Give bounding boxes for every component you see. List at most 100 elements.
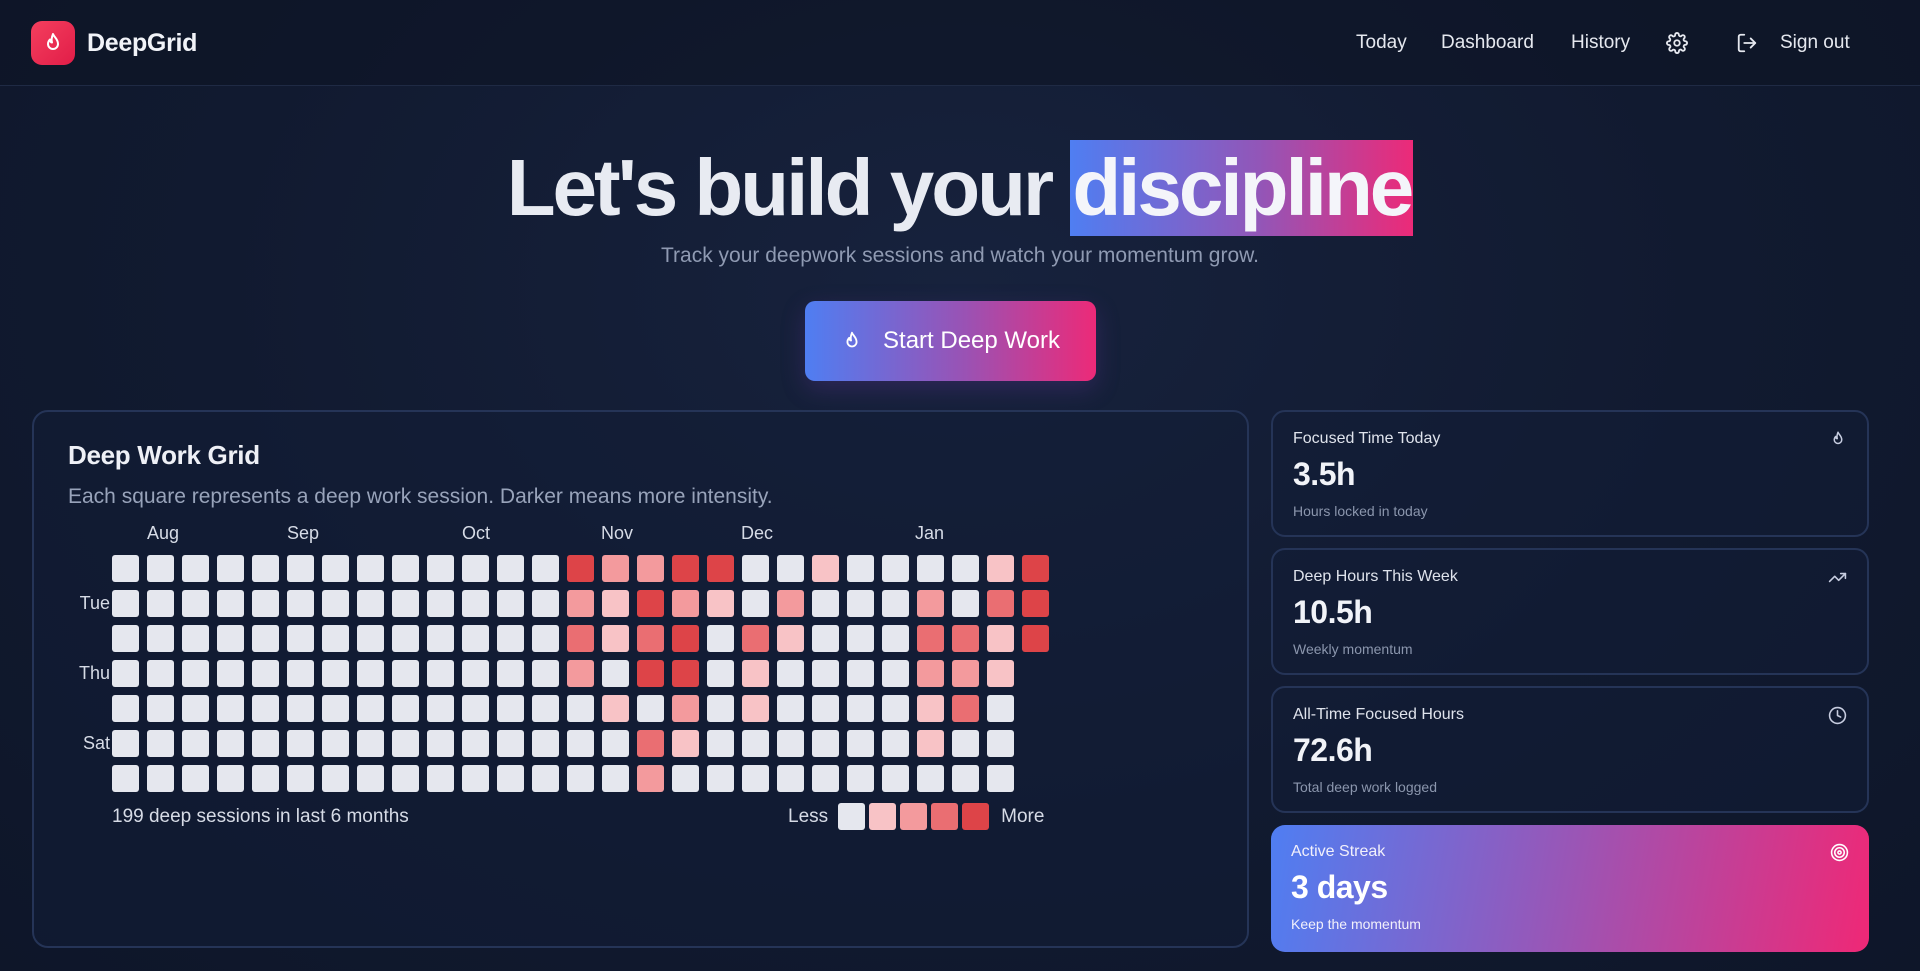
grid-cell[interactable]: [952, 765, 979, 792]
grid-cell[interactable]: [917, 625, 944, 652]
grid-cell[interactable]: [357, 765, 384, 792]
grid-cell[interactable]: [112, 765, 139, 792]
grid-cell[interactable]: [882, 555, 909, 582]
grid-cell[interactable]: [602, 660, 629, 687]
grid-cell[interactable]: [882, 660, 909, 687]
grid-cell[interactable]: [217, 730, 244, 757]
grid-cell[interactable]: [672, 695, 699, 722]
brand[interactable]: DeepGrid: [31, 21, 197, 65]
grid-cell[interactable]: [217, 695, 244, 722]
grid-cell[interactable]: [952, 730, 979, 757]
grid-cell[interactable]: [112, 730, 139, 757]
grid-cell[interactable]: [357, 625, 384, 652]
grid-cell[interactable]: [952, 695, 979, 722]
grid-cell[interactable]: [672, 660, 699, 687]
grid-cell[interactable]: [882, 765, 909, 792]
grid-cell[interactable]: [847, 730, 874, 757]
grid-cell[interactable]: [252, 555, 279, 582]
grid-cell[interactable]: [567, 590, 594, 617]
nav-dashboard-link[interactable]: Dashboard: [1441, 32, 1534, 54]
grid-cell[interactable]: [987, 695, 1014, 722]
grid-cell[interactable]: [567, 625, 594, 652]
grid-cell[interactable]: [287, 660, 314, 687]
grid-cell[interactable]: [602, 730, 629, 757]
grid-cell[interactable]: [987, 555, 1014, 582]
grid-cell[interactable]: [392, 730, 419, 757]
grid-cell[interactable]: [812, 730, 839, 757]
grid-cell[interactable]: [182, 695, 209, 722]
grid-cell[interactable]: [882, 695, 909, 722]
grid-cell[interactable]: [532, 660, 559, 687]
grid-cell[interactable]: [182, 730, 209, 757]
grid-cell[interactable]: [952, 555, 979, 582]
grid-cell[interactable]: [847, 695, 874, 722]
grid-cell[interactable]: [707, 555, 734, 582]
grid-cell[interactable]: [532, 730, 559, 757]
grid-cell[interactable]: [182, 555, 209, 582]
grid-cell[interactable]: [987, 590, 1014, 617]
grid-cell[interactable]: [637, 590, 664, 617]
grid-cell[interactable]: [427, 625, 454, 652]
grid-cell[interactable]: [602, 555, 629, 582]
grid-cell[interactable]: [707, 765, 734, 792]
grid-cell[interactable]: [777, 625, 804, 652]
grid-cell[interactable]: [322, 555, 349, 582]
grid-cell[interactable]: [637, 695, 664, 722]
grid-cell[interactable]: [182, 765, 209, 792]
grid-cell[interactable]: [532, 695, 559, 722]
grid-cell[interactable]: [287, 590, 314, 617]
grid-cell[interactable]: [987, 660, 1014, 687]
grid-cell[interactable]: [777, 555, 804, 582]
grid-cell[interactable]: [812, 555, 839, 582]
grid-cell[interactable]: [252, 660, 279, 687]
start-deep-work-button[interactable]: Start Deep Work: [805, 301, 1096, 381]
grid-cell[interactable]: [812, 660, 839, 687]
grid-cell[interactable]: [847, 555, 874, 582]
grid-cell[interactable]: [812, 695, 839, 722]
grid-cell[interactable]: [217, 660, 244, 687]
grid-cell[interactable]: [847, 765, 874, 792]
grid-cell[interactable]: [357, 695, 384, 722]
grid-cell[interactable]: [462, 555, 489, 582]
grid-cell[interactable]: [112, 555, 139, 582]
grid-cell[interactable]: [497, 660, 524, 687]
grid-cell[interactable]: [497, 555, 524, 582]
grid-cell[interactable]: [217, 765, 244, 792]
grid-cell[interactable]: [252, 625, 279, 652]
grid-cell[interactable]: [707, 660, 734, 687]
grid-cell[interactable]: [567, 730, 594, 757]
grid-cell[interactable]: [812, 625, 839, 652]
grid-cell[interactable]: [532, 590, 559, 617]
grid-cell[interactable]: [637, 625, 664, 652]
grid-cell[interactable]: [287, 765, 314, 792]
grid-cell[interactable]: [882, 590, 909, 617]
grid-cell[interactable]: [252, 695, 279, 722]
grid-cell[interactable]: [462, 730, 489, 757]
grid-cell[interactable]: [147, 625, 174, 652]
grid-cell[interactable]: [252, 730, 279, 757]
grid-cell[interactable]: [672, 555, 699, 582]
grid-cell[interactable]: [147, 660, 174, 687]
grid-cell[interactable]: [812, 765, 839, 792]
grid-cell[interactable]: [357, 555, 384, 582]
grid-cell[interactable]: [742, 660, 769, 687]
grid-cell[interactable]: [637, 555, 664, 582]
grid-cell[interactable]: [672, 590, 699, 617]
grid-cell[interactable]: [952, 590, 979, 617]
grid-cell[interactable]: [567, 765, 594, 792]
grid-cell[interactable]: [987, 765, 1014, 792]
grid-cell[interactable]: [287, 695, 314, 722]
grid-cell[interactable]: [287, 730, 314, 757]
grid-cell[interactable]: [917, 730, 944, 757]
grid-cell[interactable]: [147, 730, 174, 757]
grid-cell[interactable]: [217, 625, 244, 652]
grid-cell[interactable]: [112, 590, 139, 617]
grid-cell[interactable]: [322, 695, 349, 722]
grid-cell[interactable]: [392, 590, 419, 617]
grid-cell[interactable]: [427, 695, 454, 722]
grid-cell[interactable]: [742, 555, 769, 582]
grid-cell[interactable]: [182, 625, 209, 652]
grid-cell[interactable]: [252, 590, 279, 617]
grid-cell[interactable]: [987, 730, 1014, 757]
grid-cell[interactable]: [707, 695, 734, 722]
